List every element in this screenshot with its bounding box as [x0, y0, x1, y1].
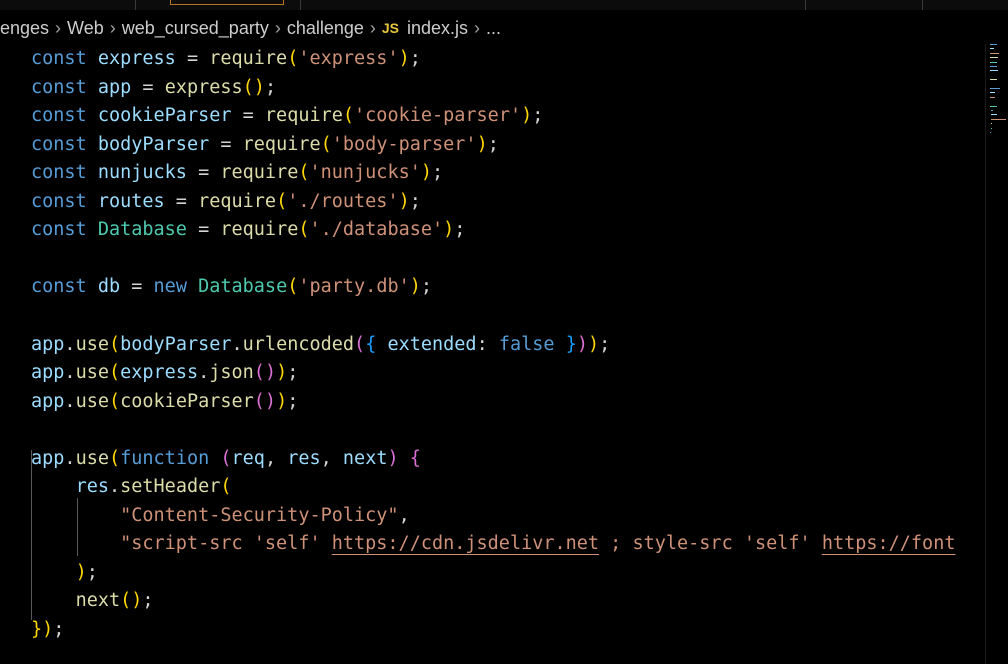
minimap-line — [990, 61, 998, 63]
active-tab[interactable] — [170, 0, 284, 5]
code-line: const bodyParser = require('body-parser'… — [31, 133, 499, 155]
minimap-line — [990, 110, 994, 111]
minimap-line — [990, 132, 991, 133]
code-line: const routes = require('./routes'); — [31, 190, 421, 212]
chevron-right-icon: › — [109, 17, 116, 38]
code-line: app.use(cookieParser()); — [31, 390, 299, 412]
minimap-line — [991, 114, 997, 116]
editor-scrollbar[interactable] — [985, 44, 986, 664]
minimap-line — [990, 88, 1001, 89]
code-line: "script-src 'self' https://cdn.jsdelivr.… — [120, 533, 956, 555]
minimap-line — [990, 79, 998, 81]
editor-tab-strip — [0, 0, 1008, 10]
code-line: ); — [75, 561, 98, 583]
tab-divider — [135, 0, 136, 10]
minimap-line — [990, 127, 993, 129]
minimap-line — [990, 105, 997, 107]
minimap-line — [990, 92, 995, 94]
code-line: app.use(function (req, res, next) { — [31, 447, 421, 469]
chevron-right-icon: › — [274, 17, 281, 38]
code-line: app.use(bodyParser.urlencoded({ extended… — [31, 333, 611, 355]
chevron-right-icon: › — [369, 17, 376, 38]
tab-divider — [805, 0, 806, 10]
minimap-line — [990, 66, 997, 67]
code-editor[interactable]: const express = require('express'); const… — [0, 44, 985, 664]
code-line: const Database = require('./database'); — [31, 219, 466, 241]
code-line: const db = new Database('party.db'); — [31, 276, 433, 298]
tab-divider — [300, 0, 301, 10]
breadcrumb-item-web[interactable]: Web — [67, 18, 104, 39]
minimap-line — [990, 52, 1000, 54]
url-link[interactable]: https://cdn.jsdelivr.net — [332, 533, 599, 554]
minimap-line — [991, 118, 1007, 120]
code-line: next(); — [75, 590, 154, 612]
minimap-line — [990, 44, 997, 45]
code-line: }); — [31, 619, 65, 640]
code-line: const cookieParser = require('cookie-par… — [31, 105, 544, 127]
breadcrumb-item-challenge[interactable]: challenge — [287, 18, 364, 39]
minimap-line — [990, 96, 995, 98]
code-line: app.use(express.json()); — [31, 362, 299, 384]
code-line: const express = require('express'); — [31, 48, 421, 69]
tab-divider — [922, 0, 923, 10]
code-line: res.setHeader( — [75, 476, 232, 498]
minimap[interactable] — [990, 44, 1008, 144]
chevron-right-icon: › — [474, 17, 481, 38]
minimap-line — [990, 57, 999, 59]
url-link[interactable]: https://font — [822, 533, 956, 554]
breadcrumb-item-challenges[interactable]: enges — [0, 18, 49, 39]
breadcrumb-more[interactable]: ... — [486, 18, 501, 39]
chevron-right-icon: › — [55, 17, 62, 38]
code-line: const app = express(); — [31, 76, 277, 98]
code-line: const nunjucks = require('nunjucks'); — [31, 162, 444, 184]
breadcrumb-item-file[interactable]: index.js — [407, 18, 468, 39]
javascript-file-icon: JS — [381, 20, 400, 36]
code-line: "Content-Security-Policy", — [120, 504, 410, 526]
minimap-line — [990, 48, 995, 50]
minimap-line — [990, 70, 998, 72]
breadcrumb-item-web-cursed-party[interactable]: web_cursed_party — [122, 18, 269, 39]
breadcrumb: enges › Web › web_cursed_party › challen… — [0, 14, 990, 42]
